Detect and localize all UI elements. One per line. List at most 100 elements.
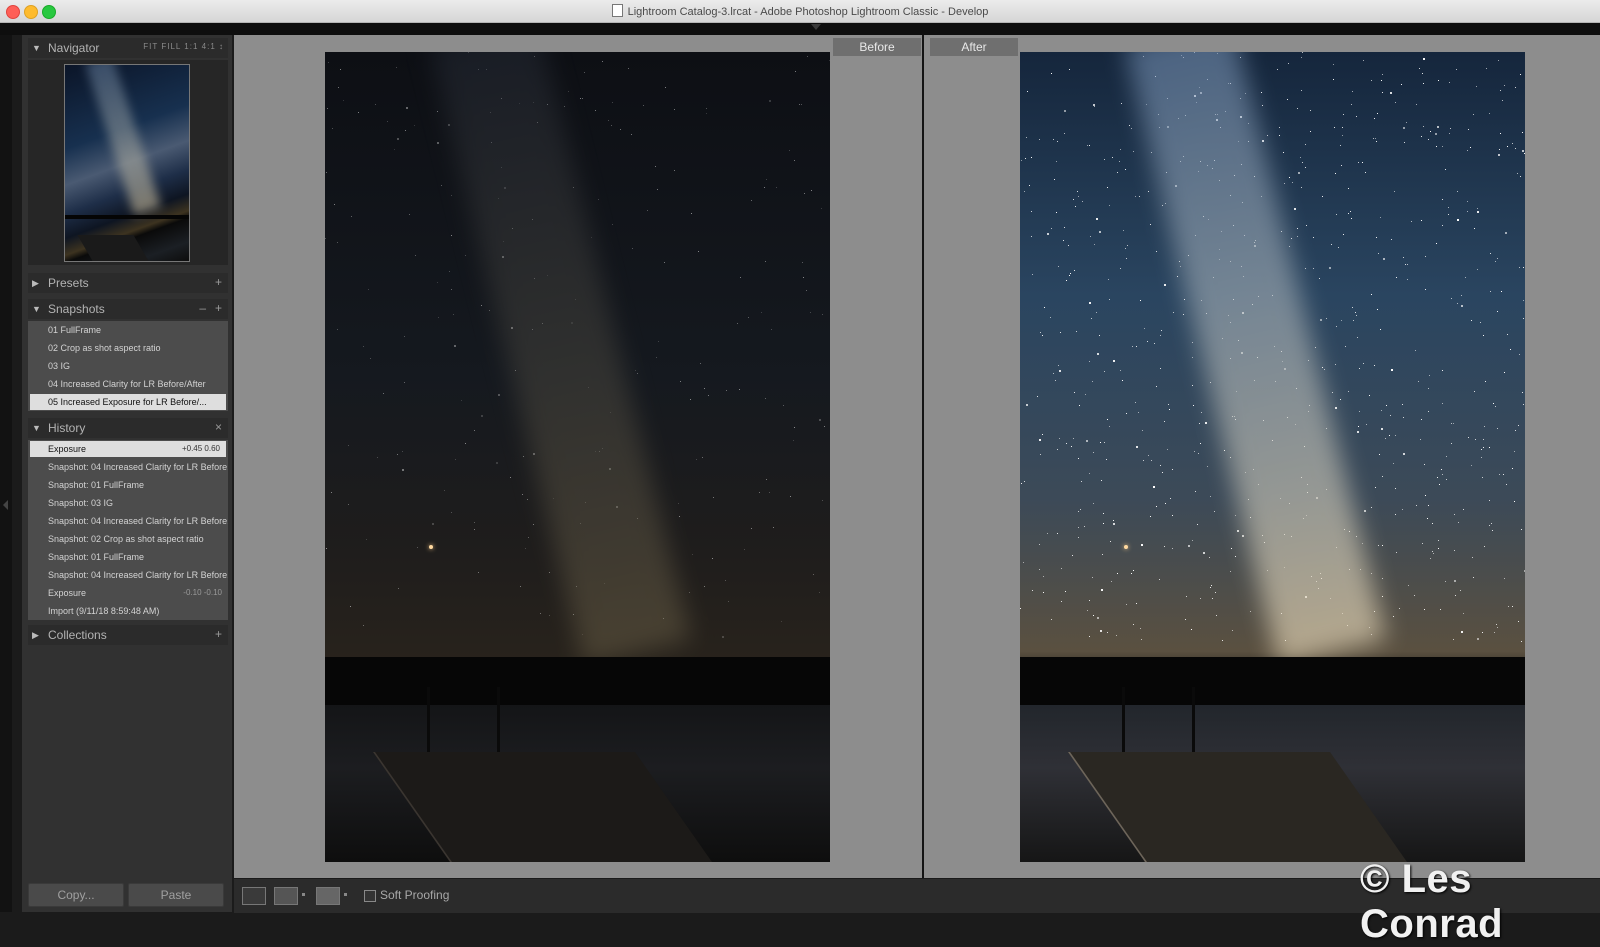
star-dot <box>655 166 656 167</box>
before-photo[interactable] <box>325 52 830 862</box>
remove-snapshot-button[interactable]: – <box>199 301 206 315</box>
star-dot <box>657 189 658 190</box>
star-dot <box>1332 392 1333 393</box>
expand-triangle-icon[interactable]: ▶ <box>32 630 39 641</box>
star-dot <box>1393 463 1394 464</box>
star-dot <box>1490 253 1491 254</box>
star-dot <box>1333 64 1334 65</box>
star-dot <box>1032 274 1033 275</box>
star-dot <box>1131 128 1132 129</box>
star-dot <box>1399 608 1400 609</box>
collapse-triangle-icon[interactable]: ▼ <box>32 304 41 314</box>
star-dot <box>1480 322 1481 323</box>
star-dot <box>647 210 648 211</box>
add-collection-button[interactable]: + <box>215 627 222 641</box>
history-item[interactable]: Import (9/11/18 8:59:48 AM) <box>28 602 228 620</box>
star-dot <box>1481 449 1482 450</box>
snapshot-item[interactable]: 04 Increased Clarity for LR Before/After <box>28 375 228 393</box>
left-panel-edge[interactable] <box>0 35 12 912</box>
collapse-triangle-icon[interactable]: ▼ <box>32 423 41 433</box>
star-dot <box>1117 172 1118 173</box>
star-dot <box>1420 439 1421 440</box>
presets-header[interactable]: ▶ Presets + <box>28 273 228 293</box>
star-dot <box>1138 412 1139 413</box>
star-dot <box>1086 440 1088 442</box>
star-dot <box>1183 314 1184 315</box>
history-item[interactable]: Snapshot: 04 Increased Clarity for LR Be… <box>28 512 228 530</box>
soft-proofing-checkbox[interactable] <box>364 890 376 902</box>
history-item[interactable]: Snapshot: 04 Increased Clarity for LR Be… <box>28 566 228 584</box>
history-item[interactable]: Snapshot: 04 Increased Clarity for LR Be… <box>28 458 228 476</box>
star-dot <box>1172 469 1173 470</box>
star-dot <box>1096 218 1098 220</box>
history-item[interactable]: Snapshot: 03 IG <box>28 494 228 512</box>
expand-triangle-icon[interactable]: ▶ <box>32 278 39 289</box>
top-panel-toggle-icon[interactable] <box>811 24 821 30</box>
collapse-triangle-icon[interactable]: ▼ <box>32 43 41 53</box>
star-dot <box>1497 311 1498 312</box>
star-dot <box>628 68 629 69</box>
before-after-grid-icon[interactable] <box>274 887 298 905</box>
star-dot <box>1150 224 1151 225</box>
star-dot <box>1074 270 1075 271</box>
loupe-view-icon[interactable] <box>242 887 266 905</box>
star-dot <box>1348 391 1349 392</box>
star-dot <box>1402 404 1403 405</box>
star-dot <box>664 262 665 263</box>
star-dot <box>510 477 511 478</box>
snapshot-item[interactable]: 03 IG <box>28 357 228 375</box>
star-dot <box>1373 138 1374 139</box>
history-item[interactable]: Snapshot: 01 FullFrame <box>28 548 228 566</box>
star-dot <box>764 187 765 188</box>
after-photo[interactable] <box>1020 52 1525 862</box>
star-dot <box>1160 368 1161 369</box>
star-dot <box>1231 548 1232 549</box>
history-item[interactable]: Exposure +0.45 0.60 <box>30 441 226 457</box>
star-dot <box>1395 102 1396 103</box>
star-dot <box>1160 465 1161 466</box>
paste-button[interactable]: Paste <box>128 883 224 907</box>
star-dot <box>1496 624 1497 625</box>
star-dot <box>1057 141 1058 142</box>
view-menu-dot[interactable] <box>344 893 347 896</box>
navigator-thumbnail[interactable] <box>64 64 190 262</box>
star-dot <box>1237 530 1239 532</box>
add-snapshot-button[interactable]: + <box>215 301 222 315</box>
star-dot <box>801 104 802 105</box>
star-dot <box>1092 577 1093 578</box>
star-dot <box>1359 411 1360 412</box>
copy-button[interactable]: Copy... <box>28 883 124 907</box>
star-dot <box>1173 312 1174 313</box>
history-item[interactable]: Exposure -0.10 -0.10 <box>28 584 228 602</box>
left-panel: ▼ Navigator FIT FILL 1:1 4:1 ↕ ▶ Presets… <box>22 35 232 912</box>
history-item[interactable]: Snapshot: 01 FullFrame <box>28 476 228 494</box>
star-dot <box>1481 457 1482 458</box>
snapshots-header[interactable]: ▼ Snapshots – + <box>28 299 228 319</box>
star-dot <box>810 312 811 313</box>
navigator-header[interactable]: ▼ Navigator FIT FILL 1:1 4:1 ↕ <box>28 38 228 58</box>
snapshot-item[interactable]: 05 Increased Exposure for LR Before/... <box>30 394 226 410</box>
before-after-yy-icon[interactable] <box>316 887 340 905</box>
view-menu-dot[interactable] <box>302 893 305 896</box>
left-panel-toggle-icon[interactable] <box>3 500 8 510</box>
navigator-zoom-options[interactable]: FIT FILL 1:1 4:1 ↕ <box>143 42 224 51</box>
navigator-preview[interactable] <box>28 60 228 265</box>
star-dot <box>1467 201 1468 202</box>
star-dot <box>1455 595 1456 596</box>
star-dot <box>1371 294 1372 295</box>
top-panel-strip[interactable] <box>0 23 1600 35</box>
snapshot-item[interactable]: 02 Crop as shot aspect ratio <box>28 339 228 357</box>
collections-header[interactable]: ▶ Collections + <box>28 625 228 645</box>
star-dot <box>1056 212 1057 213</box>
star-dot <box>1405 264 1406 265</box>
star-dot <box>1484 426 1485 427</box>
star-dot <box>1057 533 1058 534</box>
star-dot <box>1468 129 1469 130</box>
add-preset-button[interactable]: + <box>215 275 222 289</box>
star-dot <box>1148 191 1149 192</box>
clear-history-button[interactable]: × <box>215 420 222 434</box>
history-item[interactable]: Snapshot: 02 Crop as shot aspect ratio <box>28 530 228 548</box>
snapshot-item[interactable]: 01 FullFrame <box>28 321 228 339</box>
star-dot <box>1432 551 1433 552</box>
history-header[interactable]: ▼ History × <box>28 418 228 438</box>
